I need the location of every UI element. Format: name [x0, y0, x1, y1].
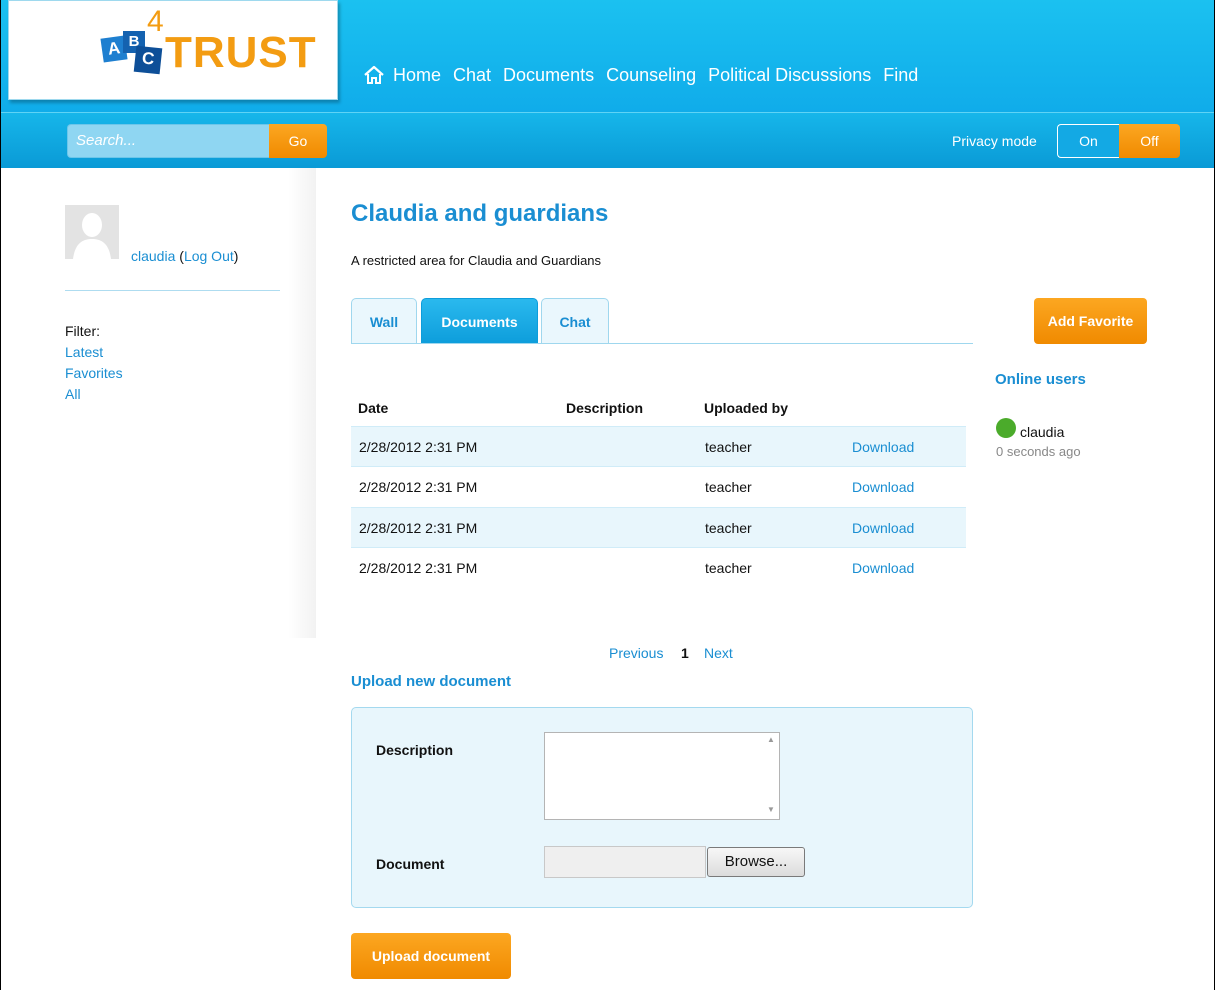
column-header-description: Description	[566, 400, 644, 416]
nav-counseling[interactable]: Counseling	[606, 65, 696, 86]
cell-uploaded-by: teacher	[705, 439, 752, 455]
cell-uploaded-by: teacher	[705, 479, 752, 495]
cell-date: 2/28/2012 2:31 PM	[359, 520, 478, 536]
nav-chat[interactable]: Chat	[453, 65, 491, 86]
tab-documents[interactable]: Documents	[421, 298, 538, 344]
table-row: 2/28/2012 2:31 PM teacher Download	[351, 507, 966, 548]
download-link[interactable]: Download	[852, 560, 914, 576]
logo-word: TRUST	[165, 28, 317, 77]
pagination-previous[interactable]: Previous	[609, 645, 663, 661]
main-nav: Home Chat Documents Counseling Political…	[363, 64, 930, 86]
tab-chat[interactable]: Chat	[541, 298, 609, 344]
page-subtitle: A restricted area for Claudia and Guardi…	[351, 253, 602, 268]
table-row: 2/28/2012 2:31 PM teacher Download	[351, 548, 966, 589]
logout-paren-close: )	[233, 248, 239, 264]
online-users-title: Online users	[995, 371, 1086, 388]
nav-find[interactable]: Find	[883, 65, 918, 86]
cell-uploaded-by: teacher	[705, 560, 752, 576]
online-user-last-seen: 0 seconds ago	[996, 444, 1081, 459]
cell-date: 2/28/2012 2:31 PM	[359, 560, 478, 576]
cell-date: 2/28/2012 2:31 PM	[359, 479, 478, 495]
textarea-scrollbar[interactable]: ▲ ▼	[763, 733, 779, 819]
pagination-current: 1	[681, 645, 689, 661]
pagination-next[interactable]: Next	[704, 645, 733, 661]
logout-link[interactable]: Log Out	[184, 248, 234, 264]
page-title: Claudia and guardians	[351, 200, 609, 227]
nav-political-discussions[interactable]: Political Discussions	[708, 65, 871, 86]
search-input[interactable]: Search...	[67, 124, 269, 158]
online-status-icon	[996, 418, 1016, 438]
table-row: 2/28/2012 2:31 PM teacher Download	[351, 467, 966, 508]
logo-tile-c: C	[133, 45, 163, 75]
search-go-button[interactable]: Go	[269, 124, 327, 158]
description-textarea[interactable]	[544, 732, 780, 820]
download-link[interactable]: Download	[852, 520, 914, 536]
upload-document-button[interactable]: Upload document	[351, 933, 511, 979]
description-label: Description	[376, 742, 454, 758]
document-label: Document	[376, 856, 445, 872]
logo-box[interactable]: A B C 4 TRUST	[8, 0, 338, 100]
scroll-down-icon[interactable]: ▼	[767, 805, 775, 814]
sidebar-divider	[65, 290, 280, 291]
online-user-name[interactable]: claudia	[1020, 424, 1064, 440]
scroll-up-icon[interactable]: ▲	[767, 735, 775, 744]
privacy-mode-label: Privacy mode	[952, 133, 1037, 149]
nav-documents[interactable]: Documents	[503, 65, 594, 86]
privacy-on-button[interactable]: On	[1057, 124, 1119, 158]
privacy-off-button[interactable]: Off	[1119, 124, 1180, 158]
browse-button[interactable]: Browse...	[707, 847, 805, 877]
cell-uploaded-by: teacher	[705, 520, 752, 536]
avatar	[65, 205, 119, 259]
logo[interactable]: A B C 4 TRUST	[99, 3, 319, 83]
download-link[interactable]: Download	[852, 439, 914, 455]
filter-panel: Filter: Latest Favorites All	[65, 319, 123, 407]
column-header-date: Date	[358, 400, 389, 416]
user-info: claudia (Log Out)	[131, 248, 238, 264]
tabs-baseline	[351, 343, 973, 344]
tab-wall[interactable]: Wall	[351, 298, 417, 344]
download-link[interactable]: Download	[852, 479, 914, 495]
sidebar-shadow	[288, 168, 316, 638]
add-favorite-button[interactable]: Add Favorite	[1034, 298, 1147, 344]
column-header-uploaded-by: Uploaded by	[704, 400, 789, 416]
logo-superscript: 4	[147, 5, 164, 38]
nav-home[interactable]: Home	[393, 65, 441, 86]
username-link[interactable]: claudia	[131, 248, 175, 264]
avatar-placeholder-icon	[65, 205, 119, 259]
table-row: 2/28/2012 2:31 PM teacher Download	[351, 426, 966, 467]
cell-date: 2/28/2012 2:31 PM	[359, 439, 478, 455]
file-path-field[interactable]	[544, 846, 706, 878]
home-icon[interactable]	[363, 64, 385, 86]
upload-section-title: Upload new document	[351, 673, 512, 690]
